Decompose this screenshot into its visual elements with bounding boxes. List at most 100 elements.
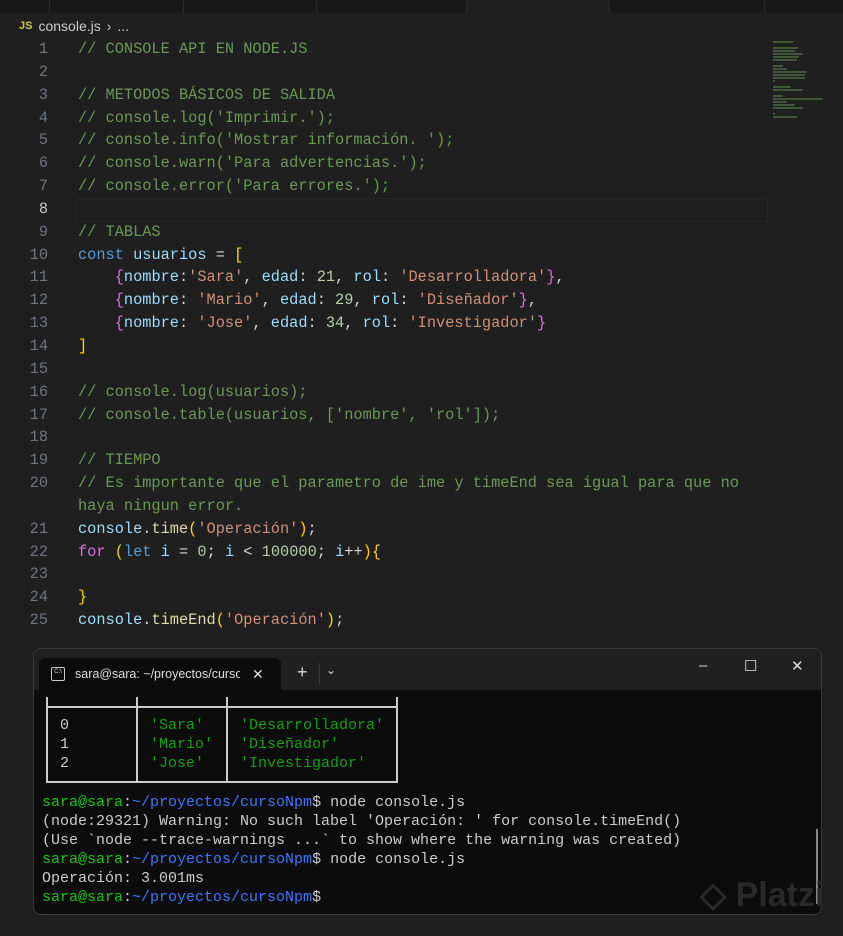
editor-tab[interactable] <box>184 0 317 13</box>
breadcrumb-rest[interactable]: ... <box>117 18 129 34</box>
code-text: // console.error('Para errores.'); <box>78 175 390 198</box>
code-line[interactable]: 14] <box>0 335 843 358</box>
close-window-button[interactable]: ✕ <box>791 657 804 675</box>
code-line[interactable]: 25 console.timeEnd('Operación'); <box>0 609 843 632</box>
maximize-button[interactable]: ☐ <box>744 657 757 675</box>
minimap[interactable] <box>773 40 823 118</box>
code-line[interactable]: haya ningun error. <box>0 495 843 518</box>
code-line[interactable]: 11 {nombre:'Sara', edad: 21, rol: 'Desar… <box>0 266 843 289</box>
code-line[interactable]: 19 // TIEMPO <box>0 449 843 472</box>
console-table: 0 1 2 'Sara' 'Mario' 'Jose' 'Desarrolladora' 'D… <box>46 697 398 783</box>
code-editor[interactable]: 1// CONSOLE API EN NODE.JS 2 3// METODOS B… <box>0 38 843 632</box>
minimap-line <box>773 41 793 43</box>
code-text: // console.log(usuarios); <box>78 381 308 404</box>
code-line[interactable]: 18 <box>0 426 843 449</box>
editor-tab[interactable] <box>0 0 50 13</box>
code-token: , <box>261 291 280 310</box>
code-token: let <box>123 542 152 561</box>
code-line[interactable]: 5 // console.info('Mostrar información. '… <box>0 129 843 152</box>
terminal-tab[interactable]: C:\ sara@sara: ~/proyectos/cursoNpm ✕ <box>39 658 281 690</box>
line-number: 18 <box>29 428 48 447</box>
code-token: 'Mario' <box>197 291 262 310</box>
terminal-line: sara@sara:~/proyectos/cursoNpm$ node con… <box>42 850 681 869</box>
code-line[interactable]: 21 console.time('Operación'); <box>0 518 843 541</box>
close-tab-icon[interactable]: ✕ <box>252 666 264 683</box>
code-line[interactable]: 4 // console.log('Imprimir.'); <box>0 107 843 130</box>
editor-tab[interactable] <box>610 0 765 13</box>
code-line[interactable]: 17 // console.table(usuarios, ['nombre', … <box>0 404 843 427</box>
code-line[interactable]: 3 // METODOS BÁSICOS DE SALIDA <box>0 84 843 107</box>
editor-tab-active[interactable] <box>467 0 610 13</box>
line-number: 17 <box>29 405 48 424</box>
new-tab-button[interactable]: + <box>297 662 308 683</box>
code-line[interactable]: 16 // console.log(usuarios); <box>0 381 843 404</box>
code-token: , <box>243 268 262 287</box>
code-line[interactable]: 15 <box>0 358 843 381</box>
minimap-line <box>773 56 799 58</box>
code-token: console <box>78 611 143 630</box>
line-number: 25 <box>29 611 48 630</box>
code-token: , <box>527 291 538 310</box>
editor-tab[interactable] <box>50 0 184 13</box>
code-token: : <box>178 314 198 333</box>
code-line[interactable]: 8 <box>0 197 843 222</box>
code-text: ] <box>78 335 87 358</box>
code-line[interactable]: 22 for (let i = 0; i < 100000; i++){ <box>0 541 843 564</box>
breadcrumb-file[interactable]: console.js <box>38 18 100 34</box>
code-token: ( <box>188 519 198 538</box>
code-line[interactable]: 20 // Es importante que el parametro de i… <box>0 472 843 495</box>
code-token: rol <box>371 291 400 310</box>
code-line[interactable]: 13 {nombre: 'Jose', edad: 34, rol: 'Inve… <box>0 312 843 335</box>
code-token: : <box>178 268 189 287</box>
terminal-tab-title: sara@sara: ~/proyectos/cursoNpm <box>75 667 240 681</box>
code-token: } <box>537 314 547 333</box>
code-token: 0 <box>197 542 207 561</box>
code-line[interactable]: 9 // TABLAS <box>0 221 843 244</box>
terminal-output[interactable]: sara@sara:~/proyectos/cursoNpm$ node con… <box>42 793 681 907</box>
code-token: 34 <box>325 314 345 333</box>
code-token: // console.log(usuarios); <box>78 382 308 401</box>
code-text: {nombre: 'Jose', edad: 34, rol: 'Investi… <box>78 312 546 335</box>
code-token: 21 <box>316 268 336 287</box>
code-token: ( <box>215 611 225 630</box>
line-number: 21 <box>29 519 48 538</box>
code-token: ] <box>78 336 88 355</box>
code-line[interactable]: 2 <box>0 61 843 84</box>
table-cell-rol: 'Investigador' <box>240 755 367 772</box>
code-token: , <box>555 268 565 287</box>
code-token: 29 <box>335 291 354 310</box>
code-line[interactable]: 7 // console.error('Para errores.'); <box>0 175 843 198</box>
code-token: 'Sara' <box>188 268 244 287</box>
code-token: 'Desarrolladora' <box>399 268 547 287</box>
code-text: // console.warn('Para advertencias.'); <box>78 152 427 175</box>
code-line[interactable]: 24} <box>0 586 843 609</box>
code-line[interactable]: 23 <box>0 563 843 586</box>
code-line[interactable]: 12 {nombre: 'Mario', edad: 29, rol: 'Dis… <box>0 289 843 312</box>
divider <box>319 663 320 685</box>
terminal-icon: C:\ <box>51 667 65 681</box>
minimize-button[interactable]: – <box>699 657 707 674</box>
minimap-line <box>773 47 798 49</box>
code-text: } <box>78 586 87 609</box>
minimap-line <box>773 59 797 61</box>
chevron-down-icon[interactable]: ⌄ <box>326 663 336 677</box>
code-text: // console.info('Mostrar información. ')… <box>78 129 454 152</box>
breadcrumb: JS console.js › ... <box>19 16 129 36</box>
code-token: 'Jose' <box>197 314 253 333</box>
line-number: 22 <box>29 542 48 561</box>
code-line[interactable]: 10 const usuarios = [ <box>0 244 843 267</box>
line-number: 11 <box>29 268 48 287</box>
table-divider <box>136 697 138 781</box>
minimap-line <box>773 80 775 82</box>
code-token: // TABLAS <box>78 222 161 241</box>
code-line[interactable]: 1 // CONSOLE API EN NODE.JS <box>0 38 843 61</box>
code-text: // Es importante que el parametro de ime… <box>78 472 739 495</box>
code-line[interactable]: 6 // console.warn('Para advertencias.'); <box>0 152 843 175</box>
code-text: for (let i = 0; i < 100000; i++){ <box>78 541 381 564</box>
line-number: 16 <box>29 382 48 401</box>
editor-tab[interactable] <box>317 0 467 13</box>
terminal-line: (Use `node --trace-warnings ...` to show… <box>42 831 681 850</box>
code-token: : <box>298 268 317 287</box>
code-token: // console.error('Para errores.'); <box>78 177 391 196</box>
